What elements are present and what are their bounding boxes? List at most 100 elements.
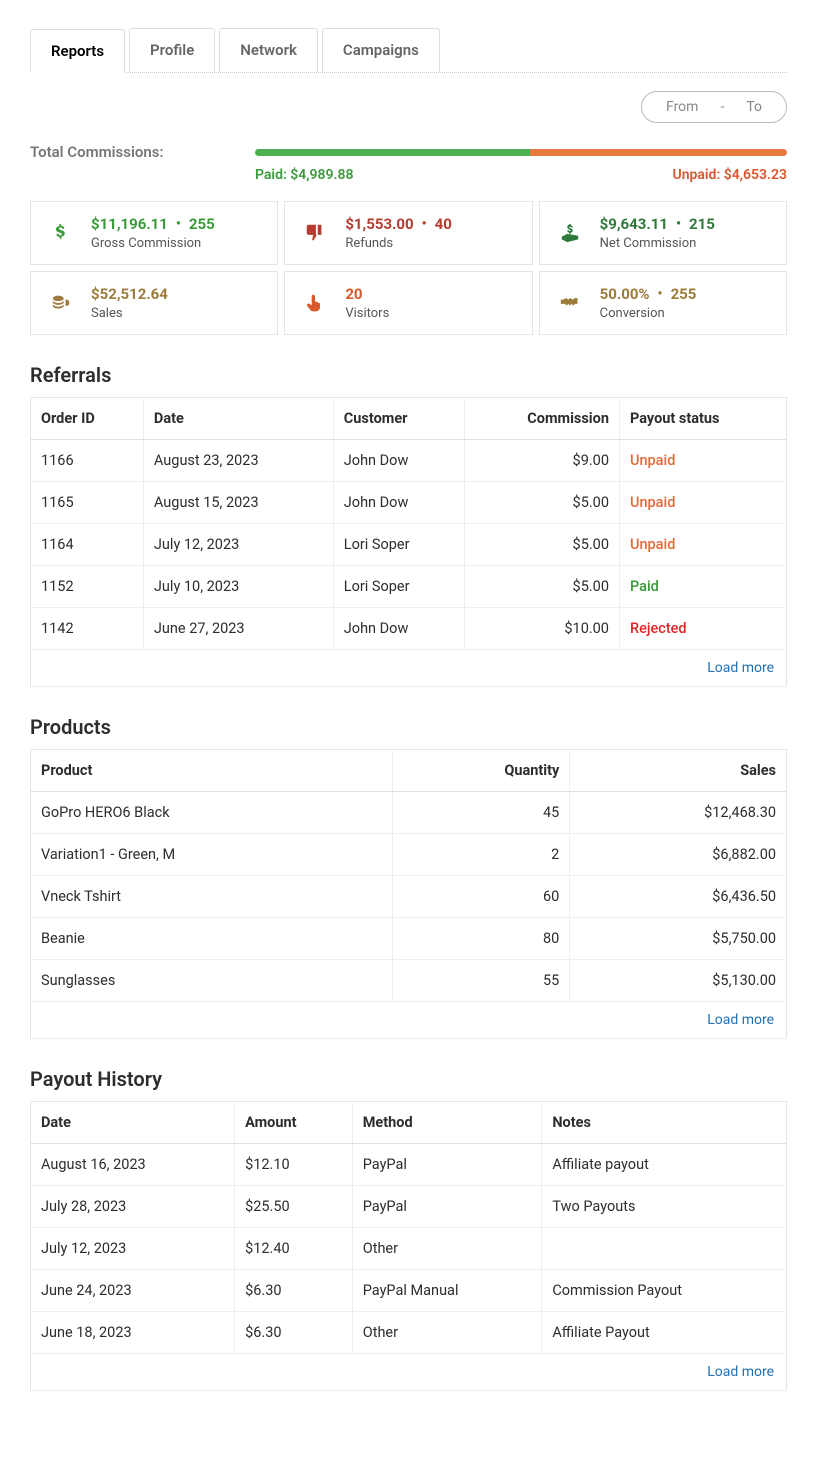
cell-customer: John Dow: [333, 440, 464, 482]
stat-label: Net Commission: [600, 236, 715, 251]
table-row[interactable]: Sunglasses55$5,130.00: [31, 960, 787, 1002]
payouts-title: Payout History: [30, 1067, 787, 1091]
cell-qty: 55: [393, 960, 570, 1002]
cell-amount: $6.30: [235, 1312, 353, 1354]
stat-value: 50.00% • 255: [600, 285, 697, 303]
table-row[interactable]: July 12, 2023$12.40Other: [31, 1228, 787, 1270]
col-header: Method: [352, 1102, 542, 1144]
cell-notes: Affiliate Payout: [542, 1312, 787, 1354]
table-row[interactable]: Beanie80$5,750.00: [31, 918, 787, 960]
cell-order-id: 1166: [31, 440, 144, 482]
cell-method: PayPal: [352, 1144, 542, 1186]
cell-qty: 60: [393, 876, 570, 918]
table-row[interactable]: GoPro HERO6 Black45$12,468.30: [31, 792, 787, 834]
stat-card-conversion: 50.00% • 255 Conversion: [539, 271, 787, 335]
load-more-link[interactable]: Load more: [31, 1002, 787, 1039]
col-header: Product: [31, 750, 393, 792]
cell-sales: $6,436.50: [570, 876, 787, 918]
cell-commission: $10.00: [464, 608, 619, 650]
commission-bar-unpaid: [530, 149, 787, 156]
tab-profile[interactable]: Profile: [129, 28, 215, 72]
table-row[interactable]: 1165August 15, 2023John Dow$5.00Unpaid: [31, 482, 787, 524]
cell-product: Vneck Tshirt: [31, 876, 393, 918]
col-header: Notes: [542, 1102, 787, 1144]
table-row[interactable]: July 28, 2023$25.50PayPalTwo Payouts: [31, 1186, 787, 1228]
dollar-icon: [45, 217, 77, 249]
cell-amount: $25.50: [235, 1186, 353, 1228]
col-header: Date: [143, 398, 333, 440]
total-commissions-label: Total Commissions:: [30, 143, 255, 161]
col-header: Order ID: [31, 398, 144, 440]
cell-method: PayPal Manual: [352, 1270, 542, 1312]
load-more-link[interactable]: Load more: [31, 1354, 787, 1391]
cell-notes: Commission Payout: [542, 1270, 787, 1312]
cell-order-id: 1142: [31, 608, 144, 650]
cell-date: August 23, 2023: [143, 440, 333, 482]
stat-label: Refunds: [345, 236, 452, 251]
col-header: Amount: [235, 1102, 353, 1144]
thumbs-down-icon: [299, 217, 331, 249]
tab-campaigns[interactable]: Campaigns: [322, 28, 440, 72]
col-header: Payout status: [619, 398, 786, 440]
stat-value: $11,196.11 • 255: [91, 215, 215, 233]
commission-bar-paid: [255, 149, 530, 156]
cell-date: June 18, 2023: [31, 1312, 235, 1354]
cell-status: Unpaid: [619, 524, 786, 566]
date-to: To: [746, 99, 762, 115]
cell-product: Sunglasses: [31, 960, 393, 1002]
products-table: ProductQuantitySales GoPro HERO6 Black45…: [30, 749, 787, 1039]
stat-value: $9,643.11 • 215: [600, 215, 715, 233]
table-row[interactable]: 1142June 27, 2023John Dow$10.00Rejected: [31, 608, 787, 650]
cell-commission: $9.00: [464, 440, 619, 482]
stat-value: 20: [345, 285, 389, 303]
unpaid-amount: Unpaid: $4,653.23: [673, 167, 787, 183]
table-row[interactable]: 1152July 10, 2023Lori Soper$5.00Paid: [31, 566, 787, 608]
cell-status: Paid: [619, 566, 786, 608]
date-range-picker[interactable]: From - To: [641, 91, 787, 123]
table-row[interactable]: June 18, 2023$6.30OtherAffiliate Payout: [31, 1312, 787, 1354]
cell-product: GoPro HERO6 Black: [31, 792, 393, 834]
table-row[interactable]: June 24, 2023$6.30PayPal ManualCommissio…: [31, 1270, 787, 1312]
cell-status: Unpaid: [619, 440, 786, 482]
cell-commission: $5.00: [464, 524, 619, 566]
table-row[interactable]: Variation1 - Green, M2$6,882.00: [31, 834, 787, 876]
cell-sales: $12,468.30: [570, 792, 787, 834]
table-row[interactable]: Vneck Tshirt60$6,436.50: [31, 876, 787, 918]
paid-amount: Paid: $4,989.88: [255, 167, 354, 183]
cell-commission: $5.00: [464, 566, 619, 608]
col-header: Quantity: [393, 750, 570, 792]
table-row[interactable]: 1166August 23, 2023John Dow$9.00Unpaid: [31, 440, 787, 482]
cell-customer: Lori Soper: [333, 566, 464, 608]
cell-customer: John Dow: [333, 608, 464, 650]
cell-amount: $12.40: [235, 1228, 353, 1270]
cell-product: Beanie: [31, 918, 393, 960]
table-row[interactable]: 1164July 12, 2023Lori Soper$5.00Unpaid: [31, 524, 787, 566]
stat-card-refunds: $1,553.00 • 40 Refunds: [284, 201, 532, 265]
stat-label: Gross Commission: [91, 236, 215, 251]
tab-network[interactable]: Network: [219, 28, 318, 72]
tab-reports[interactable]: Reports: [30, 29, 125, 73]
cell-date: August 16, 2023: [31, 1144, 235, 1186]
col-header: Customer: [333, 398, 464, 440]
payouts-table: DateAmountMethodNotes August 16, 2023$12…: [30, 1101, 787, 1391]
stat-label: Conversion: [600, 306, 697, 321]
cell-date: July 12, 2023: [143, 524, 333, 566]
stat-card-visitors: 20Visitors: [284, 271, 532, 335]
cell-qty: 45: [393, 792, 570, 834]
stat-value: $1,553.00 • 40: [345, 215, 452, 233]
cell-notes: [542, 1228, 787, 1270]
stat-value: $52,512.64: [91, 285, 168, 303]
cell-date: August 15, 2023: [143, 482, 333, 524]
col-header: Date: [31, 1102, 235, 1144]
cell-method: PayPal: [352, 1186, 542, 1228]
cell-product: Variation1 - Green, M: [31, 834, 393, 876]
date-from: From: [666, 99, 698, 115]
table-row[interactable]: August 16, 2023$12.10PayPalAffiliate pay…: [31, 1144, 787, 1186]
load-more-link[interactable]: Load more: [31, 650, 787, 687]
referrals-title: Referrals: [30, 363, 787, 387]
stat-card-gross-commission: $11,196.11 • 255 Gross Commission: [30, 201, 278, 265]
cell-commission: $5.00: [464, 482, 619, 524]
cell-status: Unpaid: [619, 482, 786, 524]
cell-method: Other: [352, 1312, 542, 1354]
cell-customer: John Dow: [333, 482, 464, 524]
